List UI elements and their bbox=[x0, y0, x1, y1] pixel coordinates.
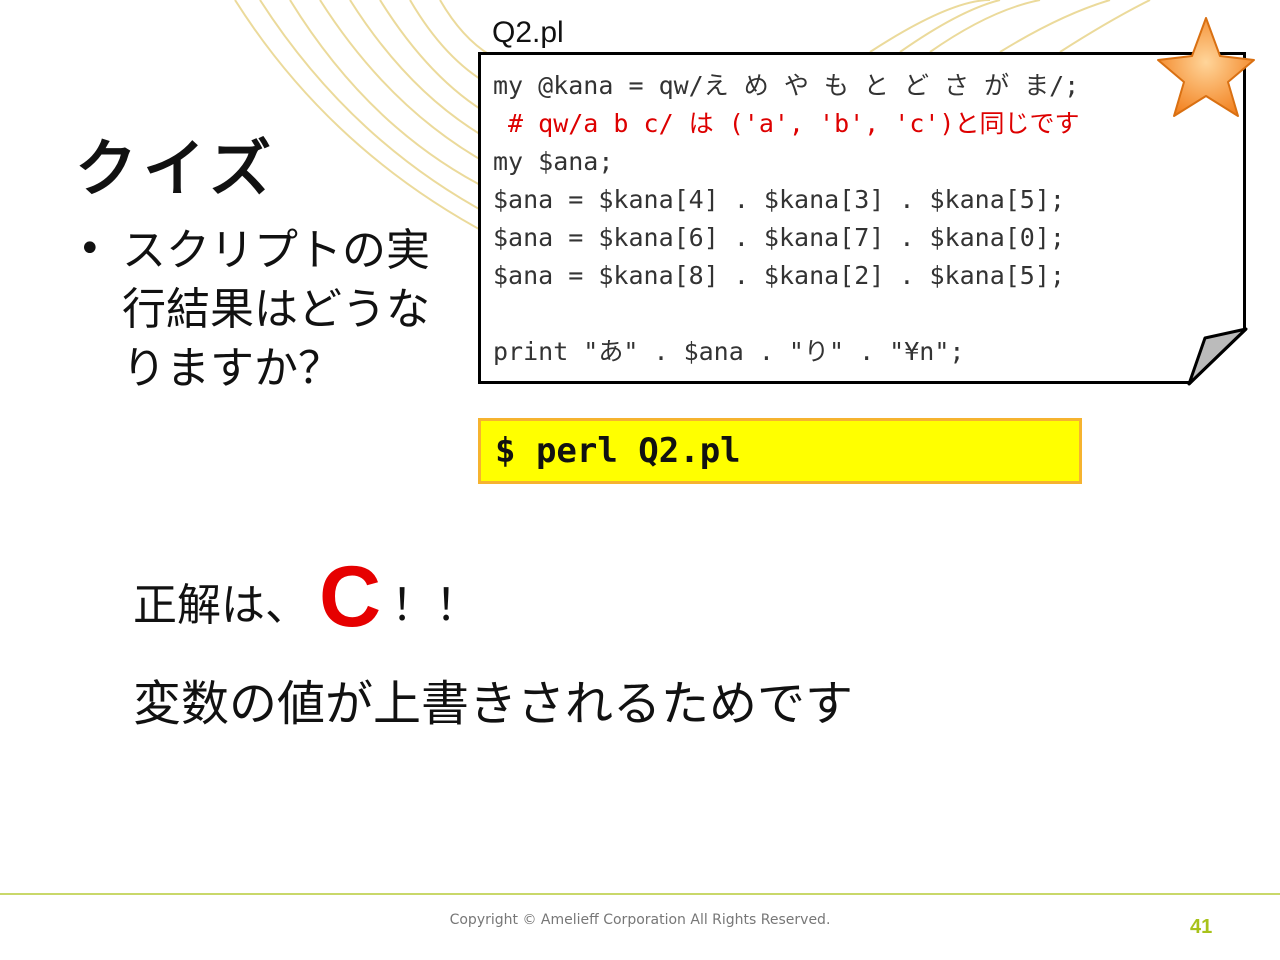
code-line: $ana = $kana[8] . $kana[2] . $kana[5]; bbox=[493, 261, 1065, 290]
code-line: my @kana = qw/え め や も と ど さ が ま/; bbox=[493, 71, 1080, 100]
code-line: print "あ" . $ana . "り" . "¥n"; bbox=[493, 337, 965, 366]
bullet-marker: • bbox=[78, 226, 102, 272]
code-line: my $ana; bbox=[493, 147, 614, 176]
footer-divider bbox=[0, 893, 1280, 895]
answer-line: 正解は、 C！！ bbox=[133, 548, 479, 647]
answer-letter: C bbox=[319, 549, 382, 645]
answer-prefix: 正解は、 bbox=[133, 580, 309, 631]
answer-suffix: ！！ bbox=[391, 580, 480, 631]
code-comment-line: # qw/a b c/ は ('a', 'b', 'c')と同じです bbox=[493, 109, 1080, 138]
explanation: 変数の値が上書きされるためです bbox=[133, 676, 854, 732]
page-number: 41 bbox=[1190, 916, 1213, 938]
slide-title: クイズ bbox=[75, 132, 278, 205]
code-filename: Q2.pl bbox=[492, 16, 564, 49]
code-block: my @kana = qw/え め や も と ど さ が ま/; # qw/a… bbox=[493, 67, 1243, 371]
code-line: $ana = $kana[4] . $kana[3] . $kana[5]; bbox=[493, 185, 1065, 214]
code-listing: my @kana = qw/え め や も と ど さ が ま/; # qw/a… bbox=[478, 52, 1246, 384]
bullet-question: スクリプトの実行結果はどうなりますか？ bbox=[122, 225, 430, 394]
command-line: $ perl Q2.pl bbox=[478, 418, 1082, 484]
code-line: $ana = $kana[6] . $kana[7] . $kana[0]; bbox=[493, 223, 1065, 252]
copyright-text: Copyright © Amelieff Corporation All Rig… bbox=[449, 912, 831, 928]
